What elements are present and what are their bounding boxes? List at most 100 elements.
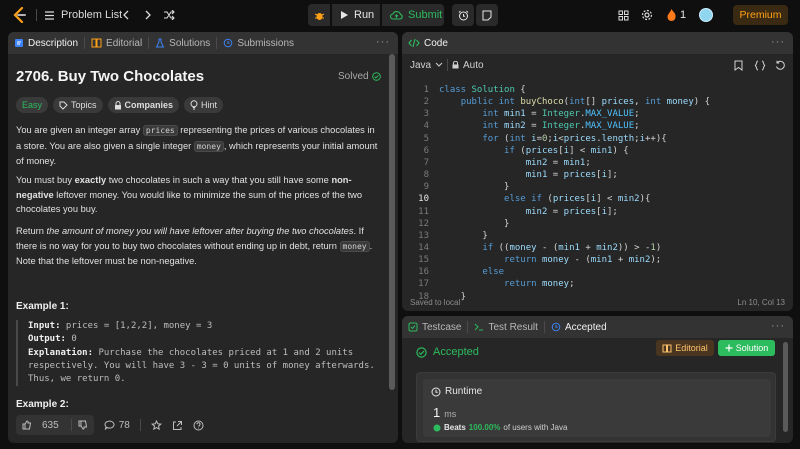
code-line[interactable]: 6 if (prices[i] < min1) { (402, 145, 792, 157)
premium-button[interactable]: Premium (733, 5, 788, 25)
code-line[interactable]: 5 for (int i=0;i<prices.length;i++){ (402, 133, 792, 145)
tab-testcase[interactable]: Testcase (402, 316, 467, 338)
gear-icon (641, 9, 653, 21)
line-number: 5 (423, 133, 429, 144)
layout-button[interactable] (617, 0, 629, 30)
description-scrollbar[interactable] (389, 54, 395, 390)
problem-list-button[interactable]: Problem List (44, 0, 122, 30)
description-panel: Description Editorial Solutions Submissi… (8, 32, 398, 443)
cursor-position: Ln 10, Col 13 (737, 298, 785, 307)
code-line[interactable]: 16 else (402, 266, 792, 278)
settings-button[interactable] (641, 0, 653, 30)
more-options-icon[interactable]: ··· (771, 320, 785, 332)
line-number: 7 (423, 157, 429, 168)
line-number: 17 (418, 279, 429, 290)
code-line[interactable]: 1 class Solution { (402, 84, 792, 96)
line-number: 4 (423, 121, 429, 132)
line-number: 12 (418, 218, 429, 229)
code-line[interactable]: 14 if ((money - (min1 + min2)) > -1) (402, 242, 792, 254)
run-button[interactable]: Run (332, 4, 380, 26)
code-editor[interactable]: 1 class Solution {2 public int buyChoco(i… (402, 84, 793, 311)
prev-problem-button[interactable] (120, 0, 132, 30)
notes-button[interactable] (476, 4, 498, 26)
result-scrollbar[interactable] (783, 342, 788, 432)
comment-icon (104, 420, 115, 430)
avatar[interactable] (699, 0, 713, 30)
tab-submissions[interactable]: Submissions (217, 32, 300, 54)
code-line[interactable]: 17 return money; (402, 278, 792, 290)
tab-accepted-label: Accepted (564, 321, 607, 333)
comments-button[interactable]: 78 (104, 420, 130, 431)
streak-counter[interactable]: 1 (667, 0, 686, 30)
plus-icon (725, 344, 733, 352)
list-icon (45, 10, 54, 20)
output-label: Output: (28, 334, 66, 345)
tab-testcase-label: Testcase (422, 321, 462, 333)
tab-solutions[interactable]: Solutions (149, 32, 216, 54)
solution-button[interactable]: Solution (718, 340, 775, 356)
debugger-button[interactable] (308, 4, 330, 26)
code-line[interactable]: 12 } (402, 218, 792, 230)
tab-test-result[interactable]: Test Result (468, 316, 543, 338)
share-icon[interactable] (172, 420, 183, 431)
divider (36, 9, 37, 21)
topics-chip[interactable]: Topics (53, 97, 103, 113)
code-line[interactable]: 10 else if (prices[i] < min2){ (402, 193, 792, 205)
code-line[interactable]: 13 } (402, 230, 792, 242)
autosave-toggle[interactable]: Auto (452, 60, 484, 71)
saved-status: Saved to local (410, 298, 461, 307)
tab-code[interactable]: Code (402, 32, 454, 54)
divider (139, 419, 141, 431)
language-select[interactable]: Java (410, 60, 443, 71)
code-line[interactable]: 9 } (402, 181, 792, 193)
code-text: } (439, 182, 510, 193)
line-number: 13 (418, 230, 429, 241)
code-line[interactable]: 2 public int buyChoco(int[] prices, int … (402, 96, 792, 108)
problem-tags: Easy Topics Companies Hint (16, 97, 224, 113)
runtime-value: 1 (433, 405, 441, 420)
code-text: else if (prices[i] < min2){ (504, 194, 651, 205)
leetcode-logo[interactable] (12, 7, 28, 23)
code-line[interactable]: 15 return money - (min1 + min2); (402, 254, 792, 266)
tab-editorial[interactable]: Editorial (85, 32, 148, 54)
run-submit-group: Run Submit (308, 4, 498, 26)
companies-chip[interactable]: Companies (107, 97, 180, 113)
code-line[interactable]: 3 int min1 = Integer.MAX_VALUE; (402, 108, 792, 120)
submit-button[interactable]: Submit (382, 4, 444, 26)
reset-icon[interactable] (775, 60, 785, 70)
star-icon[interactable] (150, 419, 162, 431)
inline-code: prices (142, 125, 178, 136)
more-options-icon[interactable]: ··· (376, 36, 390, 48)
next-problem-button[interactable] (142, 0, 154, 30)
dislike-button[interactable] (72, 420, 94, 430)
companies-label: Companies (124, 100, 174, 110)
code-line[interactable]: 8 min1 = prices[i]; (402, 169, 792, 181)
history-icon (551, 322, 561, 332)
solved-label: Solved (338, 71, 369, 82)
fire-icon (667, 9, 676, 21)
code-line[interactable]: 11 min2 = prices[i]; (402, 206, 792, 218)
tab-description[interactable]: Description (8, 32, 84, 54)
tab-accepted[interactable]: Accepted (545, 316, 613, 338)
problem-list-label: Problem List (61, 9, 123, 21)
help-icon[interactable] (193, 420, 204, 431)
code-line[interactable]: 4 int min2 = Integer.MAX_VALUE; (402, 120, 792, 132)
code-icon (408, 38, 420, 48)
runtime-card: Runtime 1 ms Beats 100.00% of users with… (416, 372, 776, 442)
runtime-box[interactable]: Runtime 1 ms Beats 100.00% of users with… (423, 379, 771, 437)
example-1-heading: Example 1: (16, 301, 69, 312)
run-label: Run (354, 9, 375, 21)
book-icon (91, 38, 102, 48)
format-braces-icon[interactable] (754, 60, 766, 71)
code-text: min2 = min1; (525, 157, 591, 168)
editorial-button[interactable]: Editorial (656, 340, 714, 356)
runtime-label: Runtime (445, 386, 483, 397)
random-problem-button[interactable] (162, 0, 176, 30)
like-button[interactable]: 635 (16, 420, 71, 431)
timer-button[interactable] (452, 4, 474, 26)
like-count: 635 (42, 419, 59, 431)
bookmark-icon[interactable] (734, 60, 743, 71)
code-line[interactable]: 7 min2 = min1; (402, 157, 792, 169)
hint-chip[interactable]: Hint (184, 97, 224, 113)
more-options-icon[interactable]: ··· (771, 36, 785, 48)
